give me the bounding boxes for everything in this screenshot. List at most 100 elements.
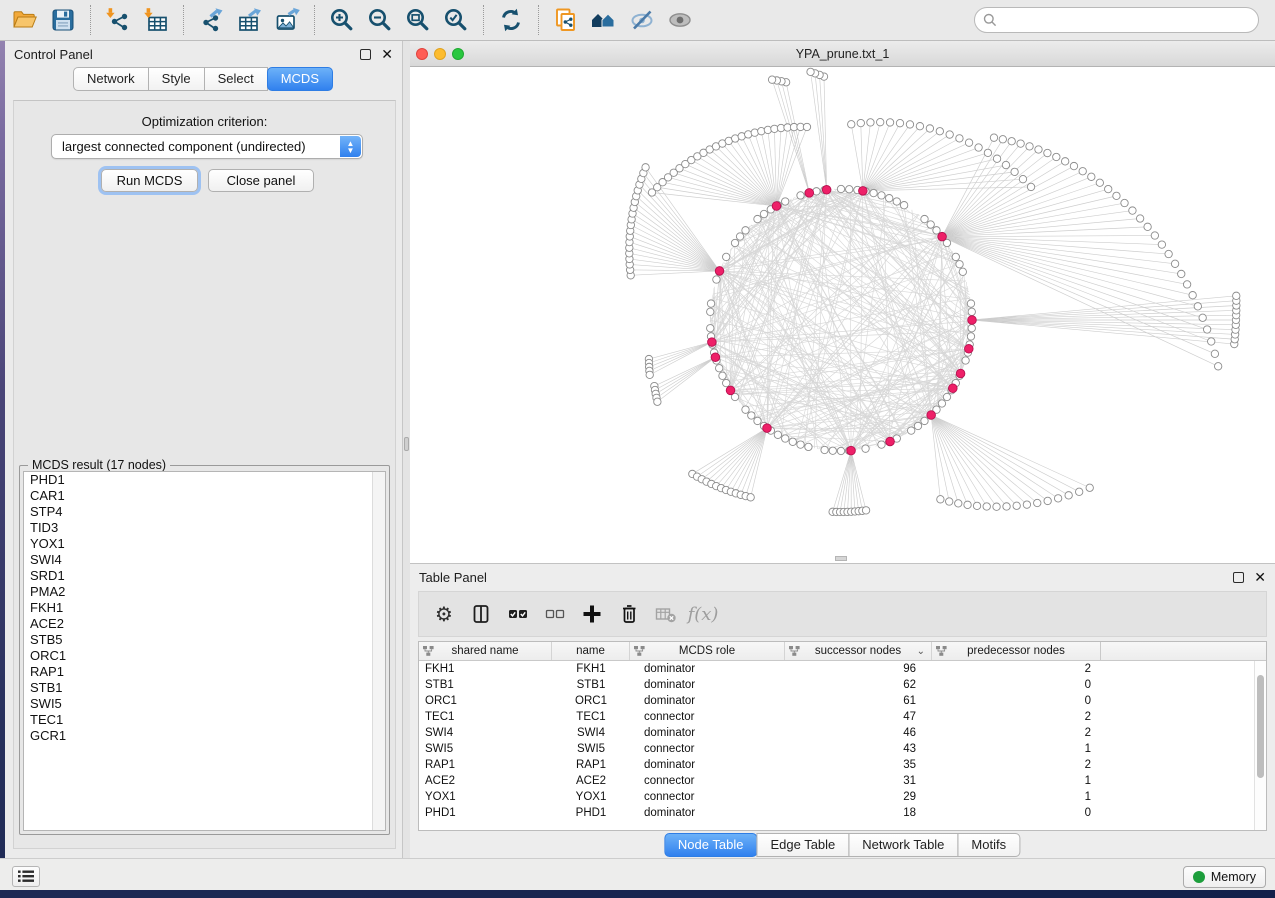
search-input[interactable]: [1002, 13, 1250, 27]
table-scrollbar-thumb[interactable]: [1257, 675, 1264, 778]
create-column-icon[interactable]: [577, 599, 607, 629]
panel-divider-handle[interactable]: [404, 437, 409, 451]
table-panel-title: Table Panel: [419, 570, 487, 585]
table-header-row: shared name name MCDS role successor nod…: [419, 642, 1266, 661]
result-node[interactable]: FKH1: [24, 600, 385, 616]
table-row[interactable]: PHD1PHD1dominator180: [419, 805, 1266, 821]
search-box[interactable]: [974, 7, 1259, 33]
tab-mcds[interactable]: MCDS: [267, 67, 333, 91]
task-history-button[interactable]: [12, 866, 40, 887]
main-toolbar: [0, 0, 1275, 41]
table-row[interactable]: ORC1ORC1dominator610: [419, 693, 1266, 709]
table-row[interactable]: SWI5SWI5connector431: [419, 741, 1266, 757]
unselect-all-columns-icon[interactable]: [540, 599, 570, 629]
table-row[interactable]: RAP1RAP1dominator352: [419, 757, 1266, 773]
result-node[interactable]: TEC1: [24, 712, 385, 728]
column-header-successor-nodes[interactable]: successor nodes ⌄: [785, 642, 932, 660]
table-panel-header: Table Panel ✕: [410, 564, 1275, 590]
control-panel-tabs: Network Style Select MCDS: [5, 67, 402, 91]
search-icon: [983, 13, 997, 27]
float-panel-icon[interactable]: [1233, 572, 1244, 583]
tab-node-table[interactable]: Node Table: [664, 833, 758, 857]
result-node[interactable]: ACE2: [24, 616, 385, 632]
result-node[interactable]: PHD1: [24, 472, 385, 488]
column-type-icon: [789, 646, 800, 659]
result-node[interactable]: SRD1: [24, 568, 385, 584]
table-row[interactable]: YOX1YOX1connector291: [419, 789, 1266, 805]
dropdown-stepper-icon: ▲▼: [340, 136, 361, 157]
result-node[interactable]: STB5: [24, 632, 385, 648]
mcds-result-list[interactable]: PHD1 CAR1 STP4 TID3 YOX1 SWI4 SRD1 PMA2 …: [23, 471, 386, 831]
zoom-out-icon[interactable]: [363, 4, 397, 36]
close-panel-button[interactable]: Close panel: [208, 169, 314, 192]
table-row[interactable]: TEC1TEC1connector472: [419, 709, 1266, 725]
memory-button[interactable]: Memory: [1183, 866, 1266, 888]
show-columns-icon[interactable]: [466, 599, 496, 629]
function-builder-icon: f(x): [688, 599, 718, 629]
tab-network[interactable]: Network: [73, 67, 149, 91]
refresh-icon[interactable]: [494, 4, 528, 36]
table-row[interactable]: ACE2ACE2connector311: [419, 773, 1266, 789]
tab-edge-table[interactable]: Edge Table: [756, 833, 849, 857]
first-neighbors-icon[interactable]: [587, 4, 621, 36]
import-network-icon[interactable]: [101, 4, 135, 36]
column-header-predecessor-nodes[interactable]: predecessor nodes: [932, 642, 1101, 660]
zoom-in-icon[interactable]: [325, 4, 359, 36]
hide-details-icon[interactable]: [625, 4, 659, 36]
result-node[interactable]: RAP1: [24, 664, 385, 680]
result-node[interactable]: TID3: [24, 520, 385, 536]
import-table-icon[interactable]: [139, 4, 173, 36]
result-scrollbar[interactable]: [372, 472, 385, 830]
criterion-dropdown[interactable]: largest connected component (undirected)…: [51, 134, 363, 159]
table-row[interactable]: SWI4SWI4dominator462: [419, 725, 1266, 741]
zoom-fit-icon[interactable]: [401, 4, 435, 36]
column-header-name[interactable]: name: [552, 642, 630, 660]
column-header-mcds-role[interactable]: MCDS role: [630, 642, 785, 660]
app-screen: Control Panel ✕ Network Style Select MCD…: [0, 0, 1275, 898]
mcds-result-title: MCDS result (17 nodes): [28, 458, 170, 472]
delete-table-icon: [651, 599, 681, 629]
export-network-icon[interactable]: [194, 4, 228, 36]
result-node[interactable]: YOX1: [24, 536, 385, 552]
result-node[interactable]: STB1: [24, 680, 385, 696]
network-window-titlebar: YPA_prune.txt_1: [410, 41, 1275, 67]
toolbar-separator: [538, 5, 539, 35]
run-mcds-button[interactable]: Run MCDS: [101, 169, 198, 192]
tab-motifs[interactable]: Motifs: [957, 833, 1020, 857]
table-panel: Table Panel ✕ ⚙ f(x) shared name name: [410, 563, 1275, 858]
save-session-icon[interactable]: [46, 4, 80, 36]
close-panel-icon[interactable]: ✕: [381, 49, 393, 60]
result-node[interactable]: SWI4: [24, 552, 385, 568]
table-settings-gear-icon[interactable]: ⚙: [429, 599, 459, 629]
export-image-icon[interactable]: [270, 4, 304, 36]
table-scrollbar[interactable]: [1254, 661, 1266, 830]
tab-style[interactable]: Style: [148, 67, 205, 91]
result-node[interactable]: SWI5: [24, 696, 385, 712]
close-panel-icon[interactable]: ✕: [1254, 572, 1266, 583]
export-table-icon[interactable]: [232, 4, 266, 36]
share-document-icon[interactable]: [549, 4, 583, 36]
network-graph[interactable]: [410, 67, 1275, 563]
network-canvas[interactable]: [410, 67, 1275, 563]
result-node[interactable]: ORC1: [24, 648, 385, 664]
result-node[interactable]: GCR1: [24, 728, 385, 744]
open-file-icon[interactable]: [8, 4, 42, 36]
toolbar-separator: [483, 5, 484, 35]
zoom-selected-icon[interactable]: [439, 4, 473, 36]
select-all-columns-icon[interactable]: [503, 599, 533, 629]
result-node[interactable]: STP4: [24, 504, 385, 520]
column-header-shared-name[interactable]: shared name: [419, 642, 552, 660]
network-divider-handle[interactable]: [835, 556, 847, 561]
show-details-icon[interactable]: [663, 4, 697, 36]
float-panel-icon[interactable]: [360, 49, 371, 60]
table-row[interactable]: STB1STB1dominator620: [419, 677, 1266, 693]
status-bar: [0, 858, 1275, 890]
toolbar-separator: [183, 5, 184, 35]
result-node[interactable]: PMA2: [24, 584, 385, 600]
tab-network-table[interactable]: Network Table: [848, 833, 958, 857]
delete-column-icon[interactable]: [614, 599, 644, 629]
toolbar-separator: [90, 5, 91, 35]
table-row[interactable]: FKH1FKH1dominator962: [419, 661, 1266, 677]
result-node[interactable]: CAR1: [24, 488, 385, 504]
tab-select[interactable]: Select: [204, 67, 268, 91]
